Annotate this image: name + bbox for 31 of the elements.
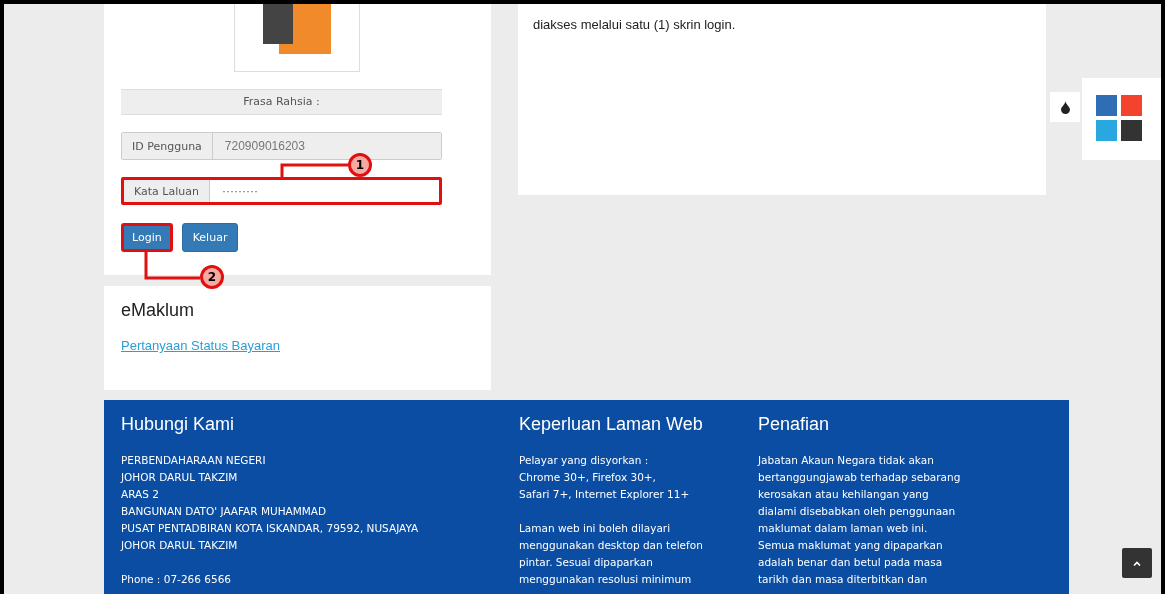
scroll-top-button[interactable] xyxy=(1122,548,1152,578)
droplet-icon xyxy=(1060,100,1070,114)
footer-text: Phone : 07-266 6566 xyxy=(121,572,232,587)
footer-heading: Penafian xyxy=(758,414,831,435)
callout-number: 1 xyxy=(348,153,372,177)
input-group[interactable]: ID Pengguna 720909016203 xyxy=(121,132,442,160)
callout-line xyxy=(280,163,348,179)
footer-heading: Hubungi Kami xyxy=(121,414,236,435)
intro-text: diakses melalui satu (1) skrin login. xyxy=(533,17,737,32)
callout-line xyxy=(144,252,200,280)
color-swatch[interactable] xyxy=(1121,120,1142,141)
caret-up-icon xyxy=(1133,560,1141,566)
payment-status-link[interactable]: Pertanyaan Status Bayaran xyxy=(121,338,280,353)
callout-number: 2 xyxy=(200,265,224,289)
card-title: eMaklum xyxy=(121,300,195,321)
secret-phrase-label: Frasa Rahsia : xyxy=(121,89,442,115)
color-swatch[interactable] xyxy=(1096,95,1117,116)
color-swatch[interactable] xyxy=(1096,120,1117,141)
input-group[interactable]: Kata Laluan ········· xyxy=(121,177,442,205)
field-label: Kata Laluan xyxy=(124,180,210,202)
footer-text: Laman web ini boleh dilayari menggunakan desktop dan telefon pintar. Sesuai dipaparkan menggunakan resolusi minimum xyxy=(519,521,704,587)
footer-text: Pelayar yang disyorkan : Chrome 30+, Firefox 30+, Safari 7+, Internet Explorer 11+ xyxy=(519,453,691,502)
field-label: ID Pengguna xyxy=(122,133,213,159)
form-button[interactable]: Keluar xyxy=(181,223,239,252)
form-button[interactable]: Login xyxy=(121,223,173,252)
input-field[interactable]: 720909016203 xyxy=(212,133,441,159)
footer-heading: Keperluan Laman Web xyxy=(519,414,704,435)
footer-text: PERBENDAHARAAN NEGERI JOHOR DARUL TAKZIM ARAS 2 BANGUNAN DATO' JAAFAR MUHAMMAD PUSAT PENTADBIRAN KOTA ISKANDAR, 79592, NUSAJAYA JOHOR DARUL TAKZIM xyxy=(121,453,420,553)
style-switcher-tab[interactable] xyxy=(1050,92,1080,122)
footer-text: Jabatan Akaun Negara tidak akan bertanggungjawab terhadap sebarang kerosakan atau kehilangan yang dialami disebabkan oleh penggunaan maklumat dalam laman web ini. Semua maklumat yang dipaparkan adalah benar dan betul pada masa tarikh dan masa diterbitkan dan xyxy=(758,453,962,587)
color-swatch[interactable] xyxy=(1121,95,1142,116)
